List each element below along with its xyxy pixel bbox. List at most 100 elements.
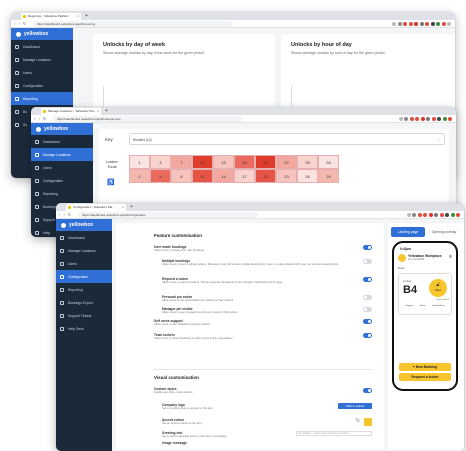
sidebar-item-reporting[interactable]: Reporting xyxy=(56,283,112,296)
greeting-input[interactable]: No bookings... please book a locker to g… xyxy=(296,431,372,436)
locker-cell[interactable]: 20 xyxy=(255,169,276,183)
sidebar-item-label: Configuration xyxy=(23,83,44,88)
close-icon[interactable]: × xyxy=(77,13,79,20)
locker-cell[interactable]: 4 xyxy=(150,155,171,169)
support-icon xyxy=(15,122,19,127)
locker-cell[interactable]: 8 xyxy=(171,169,192,183)
sidebar-item-reporting[interactable]: Reporting xyxy=(31,187,93,200)
feature-toggle[interactable] xyxy=(363,295,372,300)
sidebar-item-configuration[interactable]: Configuration xyxy=(31,174,93,187)
locker-cell[interactable]: 10 xyxy=(192,155,213,169)
close-icon[interactable]: × xyxy=(122,204,124,211)
nav-buttons-icon[interactable]: ‹ › ↻ xyxy=(14,21,27,27)
locker-cell[interactable]: 23 xyxy=(276,169,297,183)
accent-colour-swatch[interactable] xyxy=(364,418,372,426)
browser-tab[interactable]: Manage Locations - Yellowbox Pla... × xyxy=(41,108,101,115)
sidebar-item-label: Configuration xyxy=(43,178,64,183)
sidebar-item-bookings-export[interactable]: Bookings Export xyxy=(56,296,112,309)
chevron-down-icon: ⌄ xyxy=(437,138,440,142)
feature-toggle[interactable] xyxy=(363,277,372,282)
tab-landing-page[interactable]: Landing page xyxy=(391,227,425,237)
close-icon[interactable]: × xyxy=(97,108,99,115)
sidebar-item-dashboard[interactable]: Dashboard xyxy=(31,135,93,148)
sidebar-item-manage-locations[interactable]: Manage Locations xyxy=(11,53,73,66)
sidebar-item-manage-locations[interactable]: Manage Locations xyxy=(31,148,93,161)
key-select-value: Readers (10) xyxy=(133,138,152,142)
feature-toggle[interactable] xyxy=(363,259,372,264)
locker-cell[interactable]: 14 xyxy=(213,169,234,183)
tab-opening-overlay[interactable]: Opening overlay xyxy=(427,227,461,237)
nav-buttons-icon[interactable]: ‹ › ↻ xyxy=(34,116,47,122)
feature-toggle[interactable] xyxy=(363,245,372,250)
tab-title: Manage Locations - Yellowbox Pla... xyxy=(48,109,97,113)
locker-cell[interactable]: 5 xyxy=(150,169,171,183)
browser-tab[interactable]: Reporting - Yellowbox Platform × xyxy=(21,13,81,20)
sidebar-item-help-desk[interactable]: Help Desk xyxy=(56,322,112,335)
sidebar-item-dashboard[interactable]: Dashboard xyxy=(11,40,73,53)
sidebar-item-label: Reporting xyxy=(43,191,58,196)
sidebar-item-label: Manage Locations xyxy=(23,57,51,62)
feature-toggle[interactable] xyxy=(363,333,372,338)
end-booking-action[interactable]: End booking xyxy=(432,305,444,307)
sidebar-item-users[interactable]: Users xyxy=(11,66,73,79)
sidebar-item-users[interactable]: Users xyxy=(56,257,112,270)
sidebar-item-configuration[interactable]: Configuration xyxy=(56,270,112,283)
locker-cell[interactable]: 25 xyxy=(297,155,318,169)
configuration-window: Configuration - Yellowbox Pla... × + ‹ › … xyxy=(56,203,464,451)
share-action[interactable]: Share xyxy=(420,305,426,307)
locker-cell[interactable]: 16 xyxy=(234,155,255,169)
bookings-icon xyxy=(60,300,64,305)
locker-cell[interactable]: 13 xyxy=(213,155,234,169)
sidebar-item-manage-locations[interactable]: Manage Locations xyxy=(56,244,112,257)
new-tab-icon[interactable]: + xyxy=(85,13,88,19)
url-field[interactable]: https://dashboard.yellowbox.app/#/config… xyxy=(78,212,258,218)
upload-logo-button[interactable]: Click to upload xyxy=(338,403,372,409)
nav-buttons-icon[interactable]: ‹ › ↻ xyxy=(59,212,72,218)
request-locker-button[interactable]: Request a locker xyxy=(399,373,451,381)
url-field[interactable]: https://dashboard.yellowbox.app/#/manage… xyxy=(53,116,243,122)
sidebar-item-dashboard[interactable]: Dashboard xyxy=(56,231,112,244)
url-field[interactable]: https://dashboard.yellowbox.app/#/report… xyxy=(33,21,233,27)
brand-name: yellowbox xyxy=(24,31,49,37)
locker-cell[interactable]: 29 xyxy=(318,169,339,183)
locker-cell[interactable]: 26 xyxy=(297,169,318,183)
locker-label: Locker xyxy=(403,279,412,283)
refresh-icon[interactable]: ↻ xyxy=(356,418,360,424)
sidebar-item-users[interactable]: Users xyxy=(31,161,93,174)
locker-cell[interactable]: 17 xyxy=(234,169,255,183)
locker-cell[interactable]: 22 xyxy=(276,155,297,169)
feature-toggle[interactable] xyxy=(363,319,372,324)
support-action[interactable]: Support xyxy=(405,305,413,307)
sidebar-item-label: Users xyxy=(43,165,52,170)
new-tab-icon[interactable]: + xyxy=(130,204,133,210)
locker-cell[interactable]: 11 xyxy=(192,169,213,183)
feature-row: User made bookings Allow users to create … xyxy=(154,245,372,257)
accessibility-icon[interactable]: ♿ xyxy=(107,179,114,186)
locker-cell[interactable]: 7 xyxy=(171,155,192,169)
locker-cell[interactable]: 2 xyxy=(129,169,150,183)
sidebar-item-configuration[interactable]: Configuration xyxy=(11,79,73,92)
locker-grid: 1 4 7 10 13 16 19 22 25 28 2 5 8 11 14 17 20 23 26 29 xyxy=(129,155,341,183)
report-icon xyxy=(35,191,39,196)
new-tab-icon[interactable]: + xyxy=(105,108,108,114)
locker-cell[interactable]: 19 xyxy=(255,155,276,169)
new-booking-button[interactable]: + New Booking xyxy=(399,363,451,371)
sidebar-item-support-tickets[interactable]: Support Tickets xyxy=(56,309,112,322)
favicon xyxy=(68,206,71,209)
locker-cell[interactable]: 1 xyxy=(129,155,150,169)
card-title: Unlocks by day of week xyxy=(103,42,166,48)
sidebar-item-reporting[interactable]: Reporting xyxy=(11,92,73,105)
yellowbox-logo xyxy=(61,222,66,228)
row-description: Allow users to request lockers. These re… xyxy=(162,281,283,284)
support-icon xyxy=(35,217,39,222)
locker-cell[interactable]: 28 xyxy=(318,155,339,169)
key-select[interactable]: Readers (10) ⌄ xyxy=(129,133,445,145)
feature-toggle[interactable] xyxy=(363,307,372,312)
browser-tab[interactable]: Configuration - Yellowbox Pla... × xyxy=(66,204,126,211)
menu-icon[interactable]: ≡ xyxy=(449,254,452,260)
row-label: Usage message xyxy=(162,441,187,445)
custom-styles-toggle[interactable] xyxy=(363,388,372,393)
card-description: Shows average unlocks by day of the week… xyxy=(103,51,204,55)
open-button[interactable]: Open 🔓︎ xyxy=(429,279,447,297)
filter-label[interactable]: Desk xyxy=(398,266,404,270)
